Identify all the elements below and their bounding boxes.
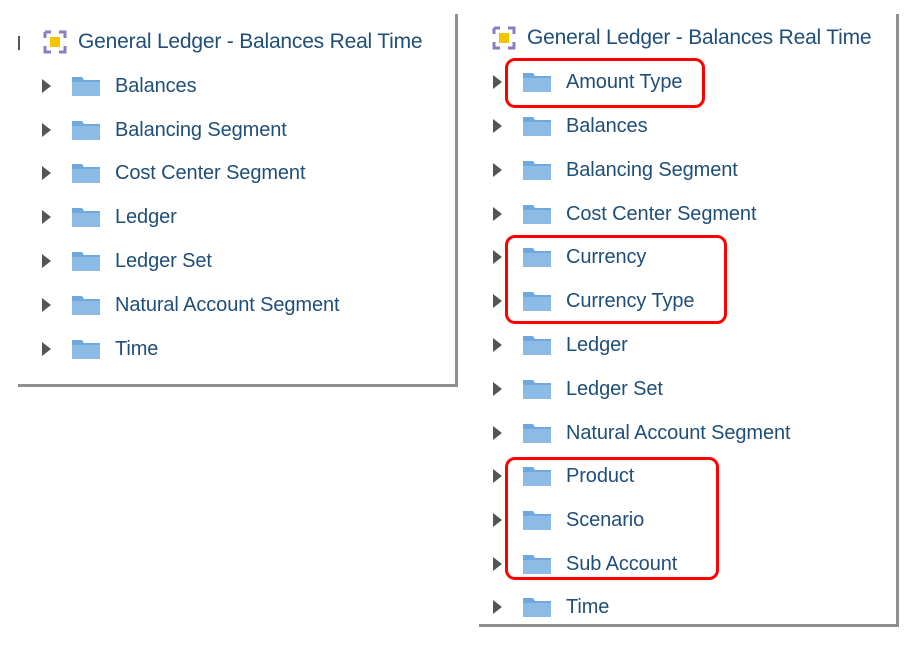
folder-node-balances[interactable]: Balances — [493, 112, 648, 140]
folder-label: Amount Type — [566, 70, 683, 93]
folder-icon — [522, 509, 552, 531]
expand-arrow-icon[interactable] — [493, 382, 502, 396]
panel-edge-marker — [18, 36, 20, 50]
folder-icon — [71, 75, 101, 97]
expand-arrow-icon[interactable] — [493, 338, 502, 352]
expand-arrow-icon[interactable] — [493, 294, 502, 308]
folder-icon — [522, 159, 552, 181]
folder-label: Ledger Set — [566, 377, 663, 400]
expand-arrow-icon[interactable] — [42, 123, 51, 137]
folder-label: Balances — [566, 114, 648, 137]
expand-arrow-icon[interactable] — [42, 298, 51, 312]
expand-arrow-icon[interactable] — [493, 250, 502, 264]
folder-label: Sub Account — [566, 552, 678, 575]
expand-arrow-icon[interactable] — [493, 469, 502, 483]
folder-node-balances[interactable]: Balances — [42, 72, 197, 100]
folder-node-sub-account[interactable]: Sub Account — [493, 550, 677, 578]
folder-icon — [71, 294, 101, 316]
expand-arrow-icon[interactable] — [42, 210, 51, 224]
folder-node-balancing-segment[interactable]: Balancing Segment — [493, 156, 738, 184]
expand-arrow-icon[interactable] — [493, 163, 502, 177]
folder-icon — [522, 246, 552, 268]
folder-node-ledger[interactable]: Ledger — [42, 203, 177, 231]
subject-area-title: General Ledger - Balances Real Time — [78, 30, 423, 53]
folder-node-ledger-set[interactable]: Ledger Set — [42, 247, 212, 275]
folder-icon — [522, 71, 552, 93]
folder-label: Currency Type — [566, 289, 695, 312]
folder-label: Natural Account Segment — [566, 421, 791, 444]
folder-label: Product — [566, 464, 635, 487]
folder-icon — [522, 596, 552, 618]
folder-icon — [522, 203, 552, 225]
folder-icon — [71, 206, 101, 228]
folder-label: Time — [115, 337, 159, 360]
folder-icon — [522, 290, 552, 312]
subject-area-header[interactable]: General Ledger - Balances Real Time — [491, 24, 872, 52]
folder-node-balancing-segment[interactable]: Balancing Segment — [42, 116, 287, 144]
expand-arrow-icon[interactable] — [42, 342, 51, 356]
folder-node-amount-type[interactable]: Amount Type — [493, 68, 682, 96]
folder-label: Scenario — [566, 508, 645, 531]
folder-label: Time — [566, 595, 610, 618]
folder-icon — [522, 422, 552, 444]
folder-icon — [71, 338, 101, 360]
subject-area-header[interactable]: General Ledger - Balances Real Time — [42, 28, 423, 56]
expand-arrow-icon[interactable] — [493, 426, 502, 440]
folder-label: Currency — [566, 245, 647, 268]
folder-node-time[interactable]: Time — [493, 593, 609, 621]
folder-icon — [71, 250, 101, 272]
folder-label: Ledger — [115, 205, 177, 228]
folder-node-currency[interactable]: Currency — [493, 243, 646, 271]
expand-arrow-icon[interactable] — [493, 557, 502, 571]
folder-icon — [71, 119, 101, 141]
folder-icon — [522, 378, 552, 400]
folder-label: Balancing Segment — [566, 158, 738, 181]
expand-arrow-icon[interactable] — [493, 600, 502, 614]
expand-arrow-icon[interactable] — [493, 119, 502, 133]
folder-icon — [522, 465, 552, 487]
folder-node-cost-center-segment[interactable]: Cost Center Segment — [493, 200, 757, 228]
folder-node-product[interactable]: Product — [493, 462, 634, 490]
subject-area-title: General Ledger - Balances Real Time — [527, 26, 872, 49]
expand-arrow-icon[interactable] — [42, 166, 51, 180]
expand-arrow-icon[interactable] — [42, 254, 51, 268]
folder-label: Ledger — [566, 333, 628, 356]
expand-arrow-icon[interactable] — [493, 513, 502, 527]
expand-arrow-icon[interactable] — [493, 207, 502, 221]
folder-node-scenario[interactable]: Scenario — [493, 506, 644, 534]
folder-node-natural-account-segment[interactable]: Natural Account Segment — [493, 419, 791, 447]
folder-label: Cost Center Segment — [566, 202, 757, 225]
folder-icon — [71, 162, 101, 184]
folder-node-time[interactable]: Time — [42, 335, 158, 363]
folder-node-ledger-set[interactable]: Ledger Set — [493, 375, 663, 403]
folder-node-ledger[interactable]: Ledger — [493, 331, 628, 359]
left-subject-area-panel: General Ledger - Balances Real Time Bala… — [18, 14, 458, 387]
folder-icon — [522, 334, 552, 356]
folder-label: Natural Account Segment — [115, 293, 340, 316]
folder-icon — [522, 553, 552, 575]
folder-label: Balances — [115, 74, 197, 97]
subject-area-cube-icon — [491, 25, 517, 51]
folder-node-currency-type[interactable]: Currency Type — [493, 287, 694, 315]
folder-icon — [522, 115, 552, 137]
expand-arrow-icon[interactable] — [493, 75, 502, 89]
right-subject-area-panel: General Ledger - Balances Real Time Amou… — [479, 14, 899, 627]
folder-label: Ledger Set — [115, 249, 212, 272]
expand-arrow-icon[interactable] — [42, 79, 51, 93]
folder-node-natural-account-segment[interactable]: Natural Account Segment — [42, 291, 340, 319]
subject-area-cube-icon — [42, 29, 68, 55]
folder-label: Cost Center Segment — [115, 161, 306, 184]
folder-node-cost-center-segment[interactable]: Cost Center Segment — [42, 159, 306, 187]
folder-label: Balancing Segment — [115, 118, 287, 141]
